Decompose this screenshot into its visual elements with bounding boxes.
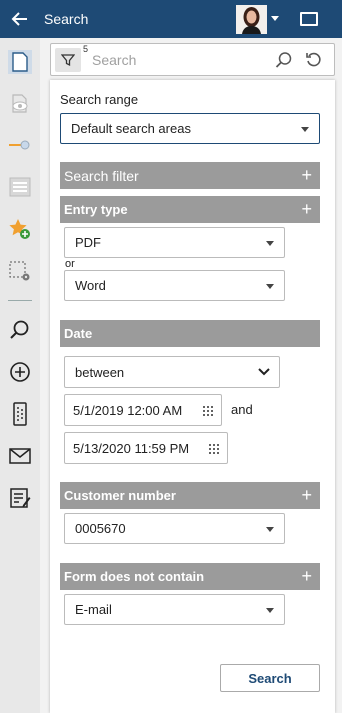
- customer-number-select[interactable]: 0005670: [64, 513, 285, 544]
- top-bar: Search: [0, 0, 342, 38]
- list-icon[interactable]: [8, 175, 32, 199]
- search-icon[interactable]: [275, 51, 293, 69]
- add-circle-icon[interactable]: [8, 360, 32, 384]
- search-bar: 5: [50, 43, 335, 76]
- search-range-label: Search range: [60, 92, 139, 107]
- document-icon[interactable]: [8, 50, 32, 74]
- add-filter-icon[interactable]: +: [301, 165, 312, 186]
- back-arrow-icon[interactable]: [10, 9, 30, 29]
- preview-icon[interactable]: [8, 92, 32, 116]
- calendar-icon[interactable]: [208, 443, 219, 454]
- avatar[interactable]: [236, 5, 267, 34]
- search-filter-header[interactable]: Search filter +: [60, 162, 320, 189]
- form-not-contain-header[interactable]: Form does not contain +: [60, 563, 320, 590]
- entry-type-select-1[interactable]: PDF: [64, 227, 285, 258]
- window-toggle-icon[interactable]: [300, 12, 318, 26]
- and-label: and: [231, 402, 253, 417]
- chevron-down-icon: [301, 126, 309, 132]
- sidebar-divider: [8, 300, 32, 301]
- reset-icon[interactable]: [305, 51, 323, 69]
- edit-form-icon[interactable]: [8, 486, 32, 510]
- search-input[interactable]: [92, 49, 262, 71]
- add-customer-number-icon[interactable]: +: [301, 485, 312, 506]
- chevron-down-icon: [266, 526, 274, 532]
- add-entry-type-icon[interactable]: +: [301, 199, 312, 220]
- customer-number-header[interactable]: Customer number +: [60, 482, 320, 509]
- or-label: or: [65, 258, 75, 270]
- entry-type-select-2[interactable]: Word: [64, 270, 285, 301]
- chevron-down-icon: [266, 283, 274, 289]
- mail-icon[interactable]: [8, 444, 32, 468]
- filter-count-badge: 5: [83, 44, 89, 54]
- search-panel: Search range Default search areas Search…: [50, 80, 335, 713]
- filter-icon: [61, 54, 75, 67]
- search-range-select[interactable]: Default search areas: [60, 113, 320, 144]
- chevron-down-icon: [266, 240, 274, 246]
- pin-icon[interactable]: [8, 133, 32, 157]
- chevron-down-icon: [258, 368, 270, 376]
- date-operator-select[interactable]: between: [64, 356, 280, 388]
- search-button[interactable]: Search: [220, 664, 320, 692]
- form-not-contain-select[interactable]: E-mail: [64, 594, 285, 625]
- chevron-down-icon: [266, 607, 274, 613]
- search-icon[interactable]: [8, 318, 32, 342]
- entry-type-header[interactable]: Entry type +: [60, 196, 320, 223]
- date-to-field[interactable]: 5/13/2020 11:59 PM: [64, 432, 228, 464]
- account-menu-chevron-icon[interactable]: [271, 16, 279, 21]
- date-header: Date: [60, 320, 320, 347]
- filter-button[interactable]: [55, 48, 81, 72]
- date-from-field[interactable]: 5/1/2019 12:00 AM: [64, 394, 222, 426]
- selection-settings-icon[interactable]: [8, 259, 32, 283]
- calendar-icon[interactable]: [202, 405, 213, 416]
- barcode-device-icon[interactable]: [8, 402, 32, 426]
- star-add-icon[interactable]: [8, 217, 32, 241]
- sidebar: [0, 38, 40, 713]
- page-title: Search: [44, 11, 89, 27]
- add-form-condition-icon[interactable]: +: [301, 566, 312, 587]
